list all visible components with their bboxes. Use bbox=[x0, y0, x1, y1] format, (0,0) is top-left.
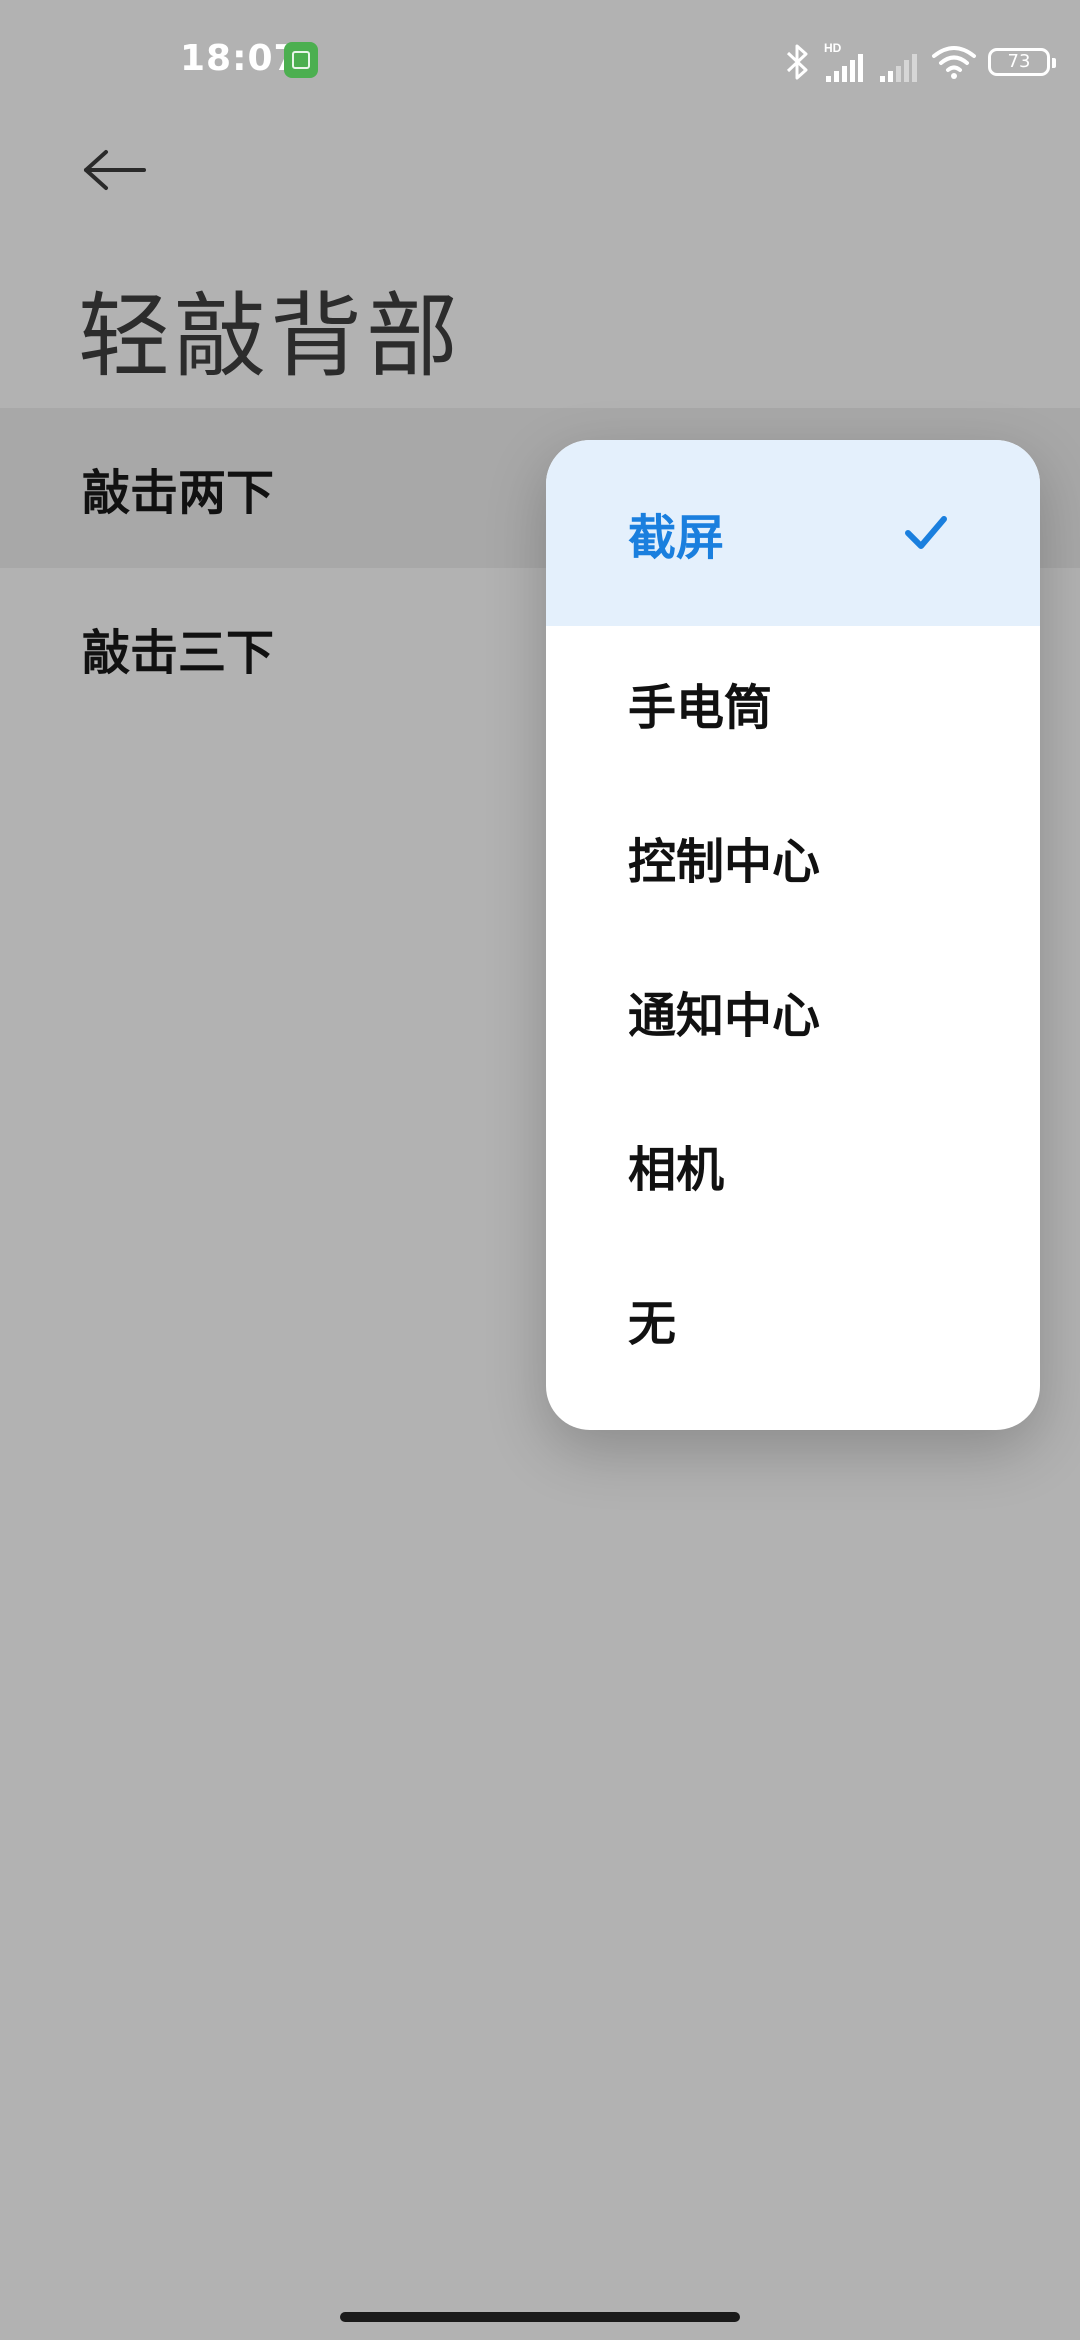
bluetooth-icon bbox=[786, 44, 808, 80]
battery-icon: 73 bbox=[988, 48, 1056, 76]
menu-option-label: 通知中心 bbox=[628, 988, 821, 1044]
menu-option-flashlight[interactable]: 手电筒 bbox=[546, 626, 1040, 780]
menu-option-camera[interactable]: 相机 bbox=[546, 1088, 1040, 1242]
menu-option-label: 手电筒 bbox=[628, 680, 773, 736]
status-time: 18:07 bbox=[180, 38, 300, 79]
menu-option-label: 相机 bbox=[628, 1142, 725, 1198]
menu-option-control-center[interactable]: 控制中心 bbox=[546, 780, 1040, 934]
status-icons: HD 73 bbox=[784, 38, 1056, 86]
back-button[interactable] bbox=[70, 130, 160, 210]
menu-option-none[interactable]: 无 bbox=[546, 1242, 1040, 1396]
action-popup-menu: 截屏 手电筒 控制中心 通知中心 相机 无 bbox=[546, 440, 1040, 1430]
menu-option-label: 截屏 bbox=[628, 510, 725, 566]
menu-option-notification-center[interactable]: 通知中心 bbox=[546, 934, 1040, 1088]
signal-icon bbox=[880, 54, 917, 82]
list-item-label: 敲击两下 bbox=[82, 465, 275, 521]
battery-level: 73 bbox=[1007, 51, 1031, 72]
list-item-label: 敲击三下 bbox=[82, 625, 275, 681]
page-title: 轻敲背部 bbox=[78, 283, 463, 390]
wifi-icon bbox=[932, 46, 976, 79]
menu-option-screenshot[interactable]: 截屏 bbox=[546, 440, 1040, 626]
home-indicator[interactable] bbox=[340, 2312, 740, 2322]
app-notification-icon bbox=[284, 42, 318, 78]
checkmark-icon bbox=[905, 516, 947, 549]
svg-text:HD: HD bbox=[824, 41, 842, 55]
menu-option-label: 无 bbox=[628, 1296, 677, 1352]
signal-hd-icon: HD bbox=[824, 41, 863, 82]
menu-option-label: 控制中心 bbox=[628, 834, 821, 890]
status-bar: 18:07 HD 73 bbox=[0, 0, 1080, 120]
arrow-left-icon bbox=[84, 150, 146, 190]
